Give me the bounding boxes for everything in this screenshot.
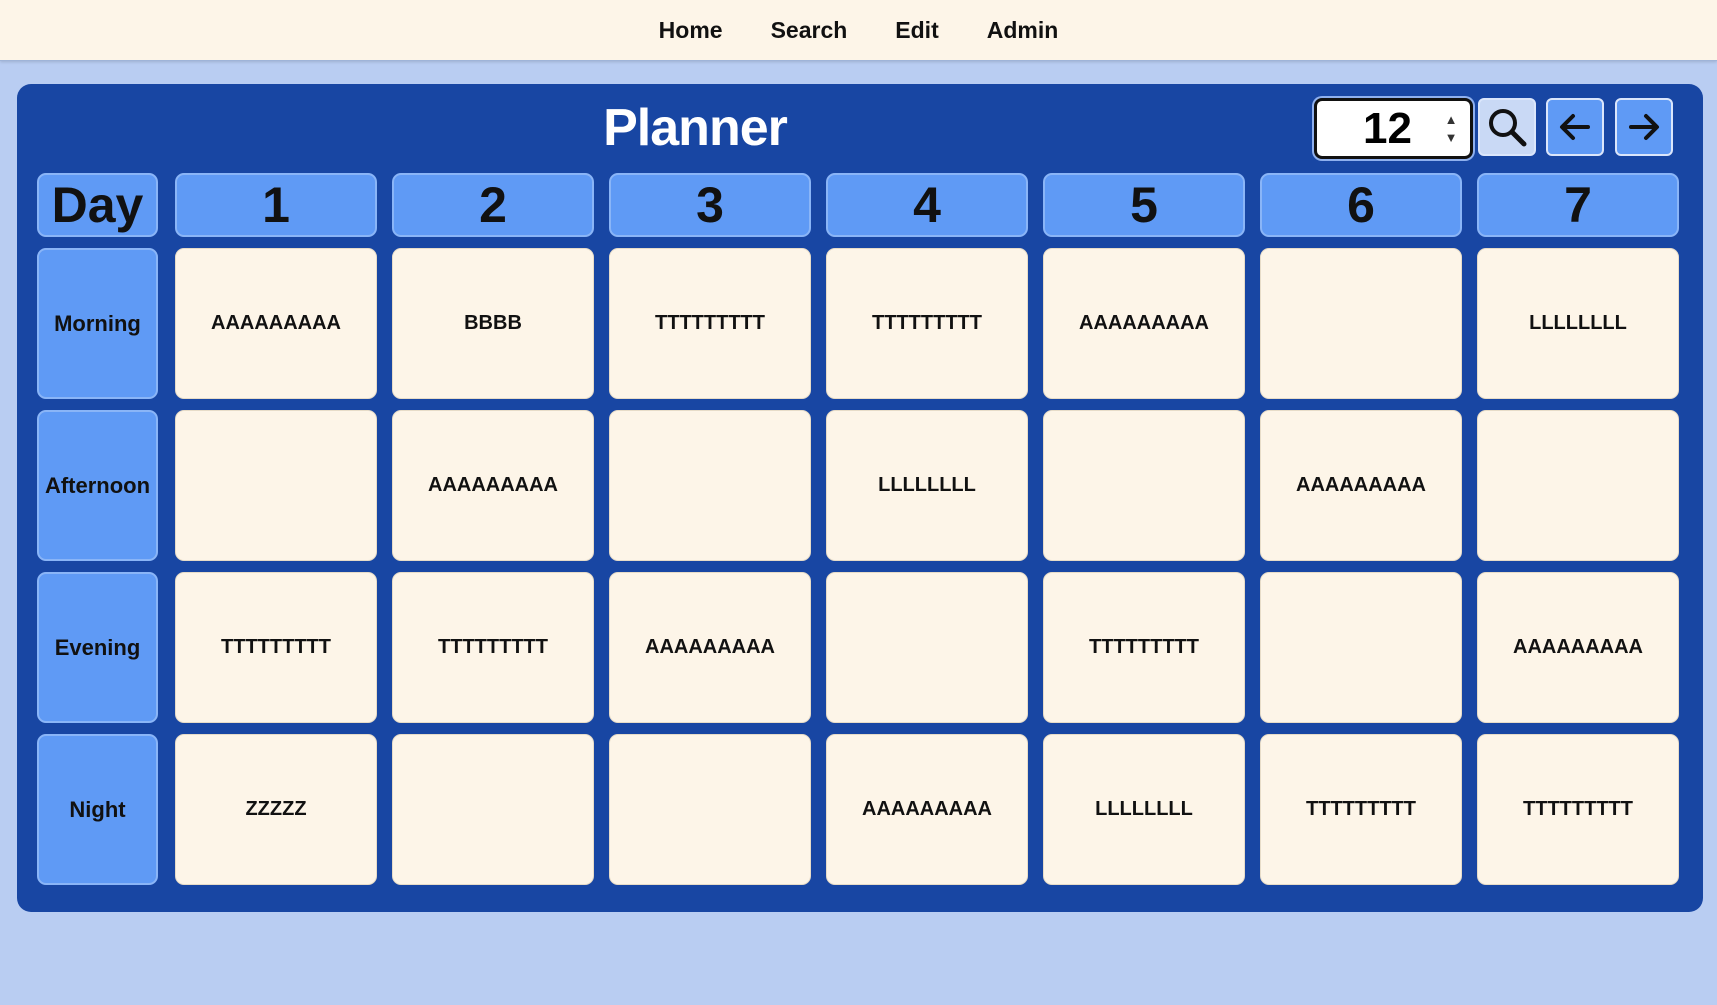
period-label-afternoon: Afternoon: [37, 410, 158, 561]
search-button[interactable]: [1478, 98, 1536, 156]
day-header-3: 3: [609, 173, 811, 237]
slot-night-day-3[interactable]: [609, 734, 811, 885]
slot-morning-day-7[interactable]: LLLLLLLL: [1477, 248, 1679, 399]
period-label-evening: Evening: [37, 572, 158, 723]
day-header-1: 1: [175, 173, 377, 237]
week-spinner: ▲ ▼: [1438, 101, 1464, 156]
slot-night-day-2[interactable]: [392, 734, 594, 885]
day-corner-header: Day: [37, 173, 158, 237]
slot-afternoon-day-3[interactable]: [609, 410, 811, 561]
slot-afternoon-day-7[interactable]: [1477, 410, 1679, 561]
period-label-morning: Morning: [37, 248, 158, 399]
next-week-button[interactable]: [1615, 98, 1673, 156]
planner-title: Planner: [603, 99, 788, 157]
slot-afternoon-day-4[interactable]: LLLLLLLL: [826, 410, 1028, 561]
slot-night-day-4[interactable]: AAAAAAAAA: [826, 734, 1028, 885]
spin-up-icon[interactable]: ▲: [1445, 113, 1458, 126]
spin-down-icon[interactable]: ▼: [1445, 131, 1458, 144]
slot-evening-day-1[interactable]: TTTTTTTTT: [175, 572, 377, 723]
arrow-right-icon: [1629, 114, 1659, 140]
slot-night-day-7[interactable]: TTTTTTTTT: [1477, 734, 1679, 885]
slot-evening-day-5[interactable]: TTTTTTTTT: [1043, 572, 1245, 723]
slot-morning-day-1[interactable]: AAAAAAAAA: [175, 248, 377, 399]
nav-search-link[interactable]: Search: [771, 17, 848, 44]
arrow-left-icon: [1560, 114, 1590, 140]
slot-morning-day-2[interactable]: BBBB: [392, 248, 594, 399]
slot-evening-day-7[interactable]: AAAAAAAAA: [1477, 572, 1679, 723]
day-header-2: 2: [392, 173, 594, 237]
nav-admin-link[interactable]: Admin: [987, 17, 1059, 44]
slot-evening-day-2[interactable]: TTTTTTTTT: [392, 572, 594, 723]
slot-morning-day-5[interactable]: AAAAAAAAA: [1043, 248, 1245, 399]
slot-morning-day-4[interactable]: TTTTTTTTT: [826, 248, 1028, 399]
period-label-night: Night: [37, 734, 158, 885]
slot-morning-day-6[interactable]: [1260, 248, 1462, 399]
day-header-5: 5: [1043, 173, 1245, 237]
slot-night-day-6[interactable]: TTTTTTTTT: [1260, 734, 1462, 885]
slot-evening-day-3[interactable]: AAAAAAAAA: [609, 572, 811, 723]
day-header-7: 7: [1477, 173, 1679, 237]
top-navigation: Home Search Edit Admin: [0, 0, 1717, 61]
slot-afternoon-day-1[interactable]: [175, 410, 377, 561]
nav-edit-link[interactable]: Edit: [895, 17, 938, 44]
slot-afternoon-day-6[interactable]: AAAAAAAAA: [1260, 410, 1462, 561]
slot-evening-day-4[interactable]: [826, 572, 1028, 723]
planner-panel: Planner 12 ▲ ▼ Day 1 2 3 4 5 6 7 Morning AAAAAAAA…: [17, 84, 1703, 912]
slot-evening-day-6[interactable]: [1260, 572, 1462, 723]
week-number-value[interactable]: 12: [1317, 104, 1438, 154]
slot-morning-day-3[interactable]: TTTTTTTTT: [609, 248, 811, 399]
slot-night-day-5[interactable]: LLLLLLLL: [1043, 734, 1245, 885]
nav-home-link[interactable]: Home: [659, 17, 723, 44]
previous-week-button[interactable]: [1546, 98, 1604, 156]
day-header-6: 6: [1260, 173, 1462, 237]
slot-afternoon-day-2[interactable]: AAAAAAAAA: [392, 410, 594, 561]
week-number-input[interactable]: 12 ▲ ▼: [1314, 98, 1473, 159]
slot-afternoon-day-5[interactable]: [1043, 410, 1245, 561]
day-header-4: 4: [826, 173, 1028, 237]
magnifier-icon: [1489, 109, 1527, 147]
slot-night-day-1[interactable]: ZZZZZ: [175, 734, 377, 885]
